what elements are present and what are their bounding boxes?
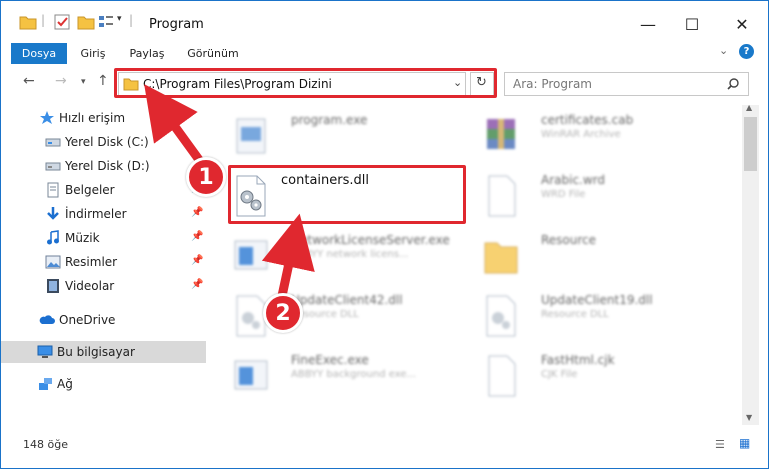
step-badge-1: 1 xyxy=(186,157,226,197)
arrow-2 xyxy=(261,213,315,301)
step-badge-2: 2 xyxy=(263,293,303,333)
annotation-arrows xyxy=(144,84,315,301)
